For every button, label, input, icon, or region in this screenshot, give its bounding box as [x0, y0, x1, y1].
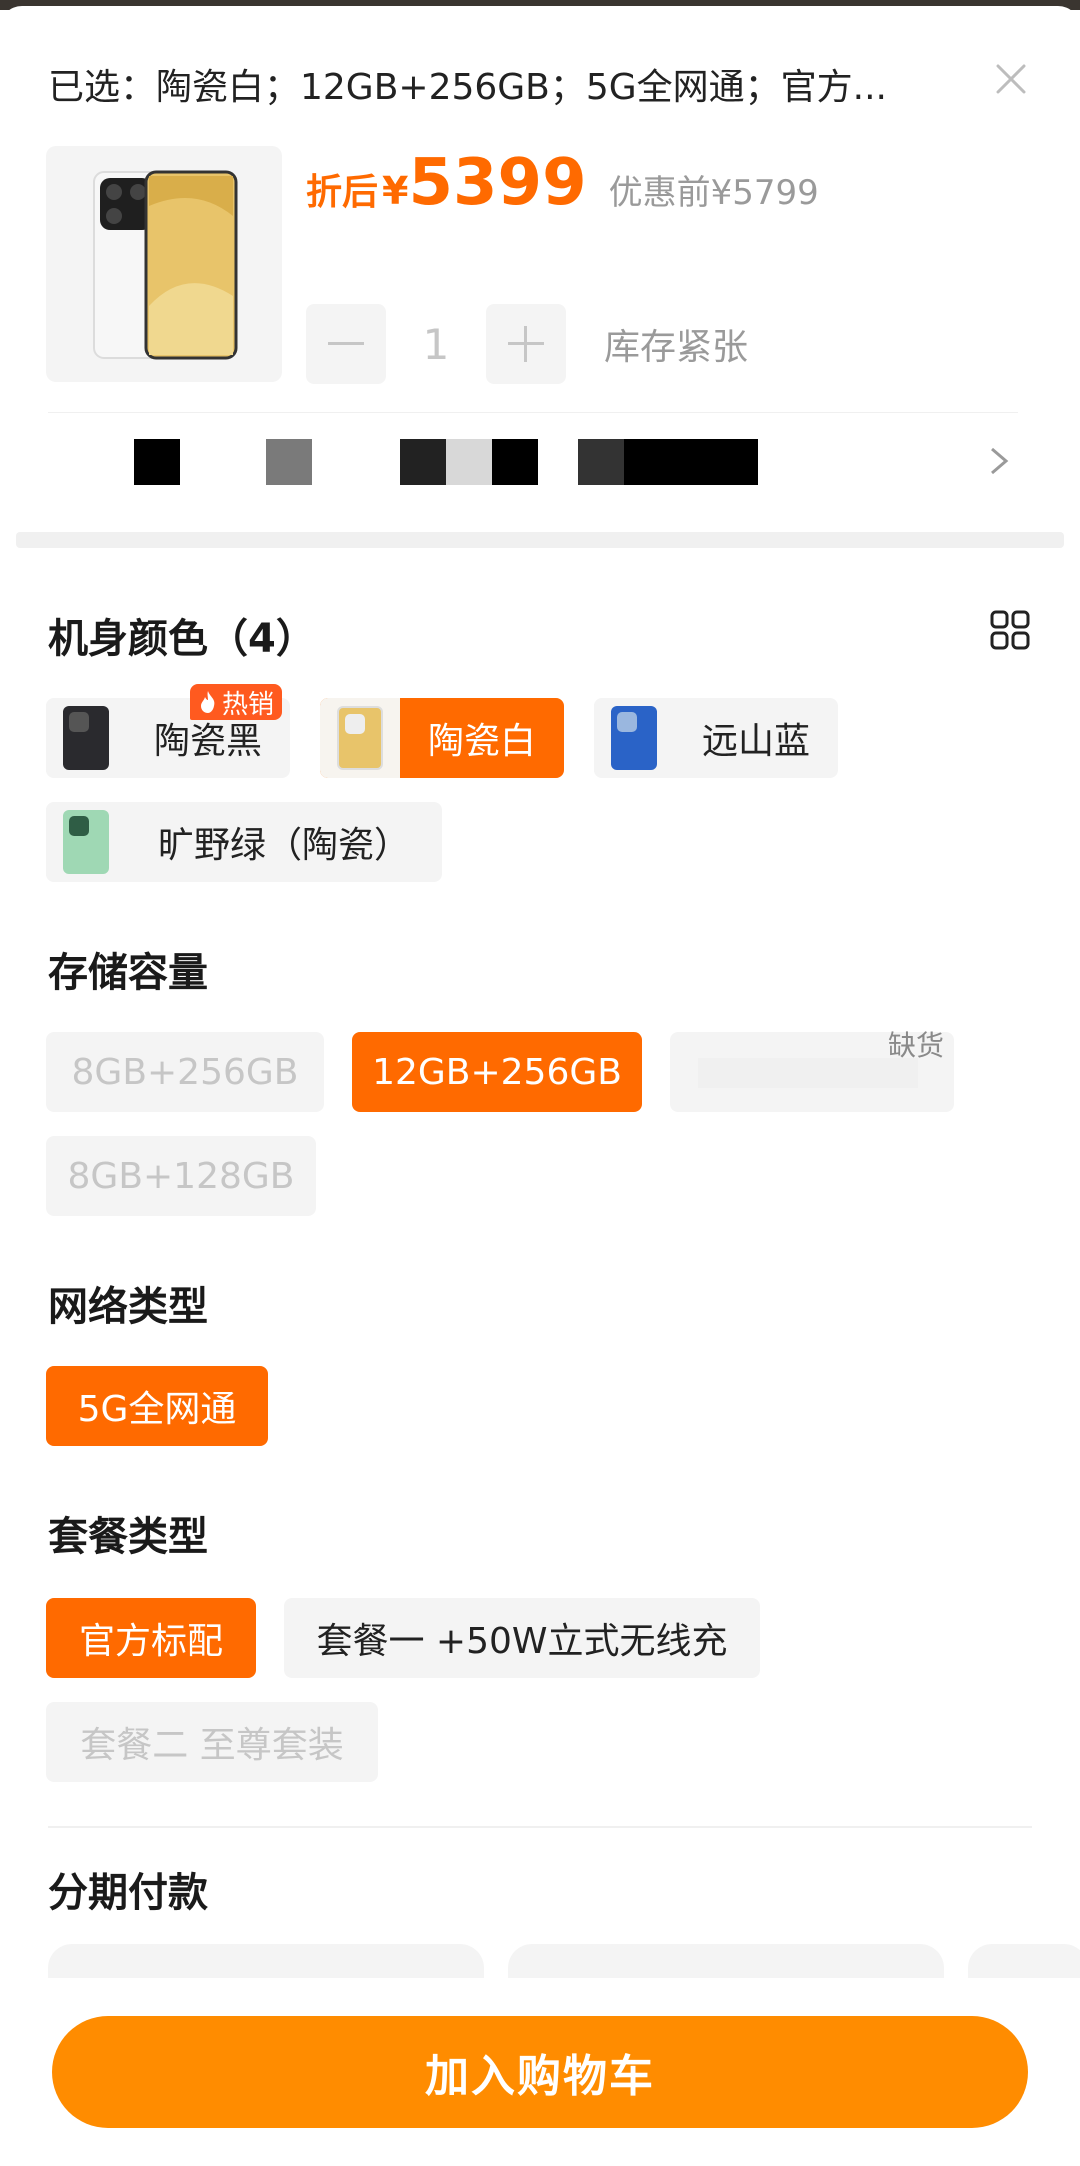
package-option-standard[interactable]: 官方标配	[46, 1598, 256, 1678]
redacted-block	[446, 439, 492, 485]
add-to-cart-button[interactable]: 加入购物车	[52, 2016, 1028, 2128]
hot-badge: 热销	[190, 684, 283, 720]
redacted-block	[400, 439, 446, 485]
quantity-value[interactable]: 1	[386, 320, 486, 369]
phone-thumb-black	[46, 698, 126, 778]
color-option-mountain-blue[interactable]: 远山蓝	[594, 698, 838, 778]
quantity-stepper: 1 库存紧张	[306, 304, 748, 384]
redacted-block	[698, 1058, 918, 1088]
phone-thumb-white	[320, 698, 400, 778]
phone-thumb-green	[46, 802, 126, 882]
installment-section-title: 分期付款	[48, 1870, 208, 1916]
price-value: 5399	[408, 146, 587, 220]
product-thumbnail	[46, 146, 282, 382]
storage-option-12-256[interactable]: 12GB+256GB	[352, 1032, 642, 1112]
storage-section-title: 存储容量	[48, 950, 208, 996]
promo-strip[interactable]	[48, 412, 1018, 512]
package-option-1[interactable]: 套餐一 +50W立式无线充	[284, 1598, 760, 1678]
color-section-title: 机身颜色（4）	[48, 616, 316, 662]
plus-icon[interactable]	[486, 304, 566, 384]
price-label: 折后	[306, 172, 379, 213]
chevron-right-icon[interactable]	[978, 441, 1018, 481]
color-option-ceramic-white[interactable]: 陶瓷白	[320, 698, 564, 778]
redacted-block	[134, 439, 180, 485]
storage-option-8-256[interactable]: 8GB+256GB	[46, 1032, 324, 1112]
section-divider	[48, 1826, 1032, 1828]
redacted-block	[624, 439, 758, 485]
redacted-block	[578, 439, 624, 485]
hot-badge-label: 热销	[222, 689, 275, 720]
close-icon[interactable]	[988, 56, 1034, 102]
color-option-label: 远山蓝	[701, 721, 810, 762]
color-option-label: 旷野绿（陶瓷）	[157, 825, 410, 866]
package-option-2[interactable]: 套餐二 至尊套装	[46, 1702, 378, 1782]
original-price: 优惠前¥5799	[608, 173, 819, 213]
stock-status: 库存紧张	[604, 327, 749, 368]
network-option-5g[interactable]: 5G全网通	[46, 1366, 268, 1446]
color-option-wild-green[interactable]: 旷野绿（陶瓷）	[46, 802, 442, 882]
minus-icon[interactable]	[306, 304, 386, 384]
color-option-label: 陶瓷白	[427, 721, 536, 762]
selected-summary: 已选：陶瓷白；12GB+256GB；5G全网通；官方...	[48, 67, 888, 108]
grid-icon[interactable]	[990, 610, 1030, 650]
price-currency: ¥	[382, 169, 409, 213]
storage-option-8-128[interactable]: 8GB+128GB	[46, 1136, 316, 1216]
redacted-block	[492, 439, 538, 485]
package-section-title: 套餐类型	[48, 1514, 208, 1560]
redacted-block	[266, 439, 312, 485]
network-section-title: 网络类型	[48, 1284, 208, 1330]
section-divider	[16, 532, 1064, 548]
sku-selector-sheet: 已选：陶瓷白；12GB+256GB；5G全网通；官方... 折后 ¥ 5399 …	[0, 6, 1080, 2166]
flame-icon	[201, 691, 215, 713]
phone-thumb-blue	[594, 698, 674, 778]
out-of-stock-tag: 缺货	[888, 1029, 945, 1062]
price-row: 折后 ¥ 5399 优惠前¥5799	[306, 146, 819, 226]
